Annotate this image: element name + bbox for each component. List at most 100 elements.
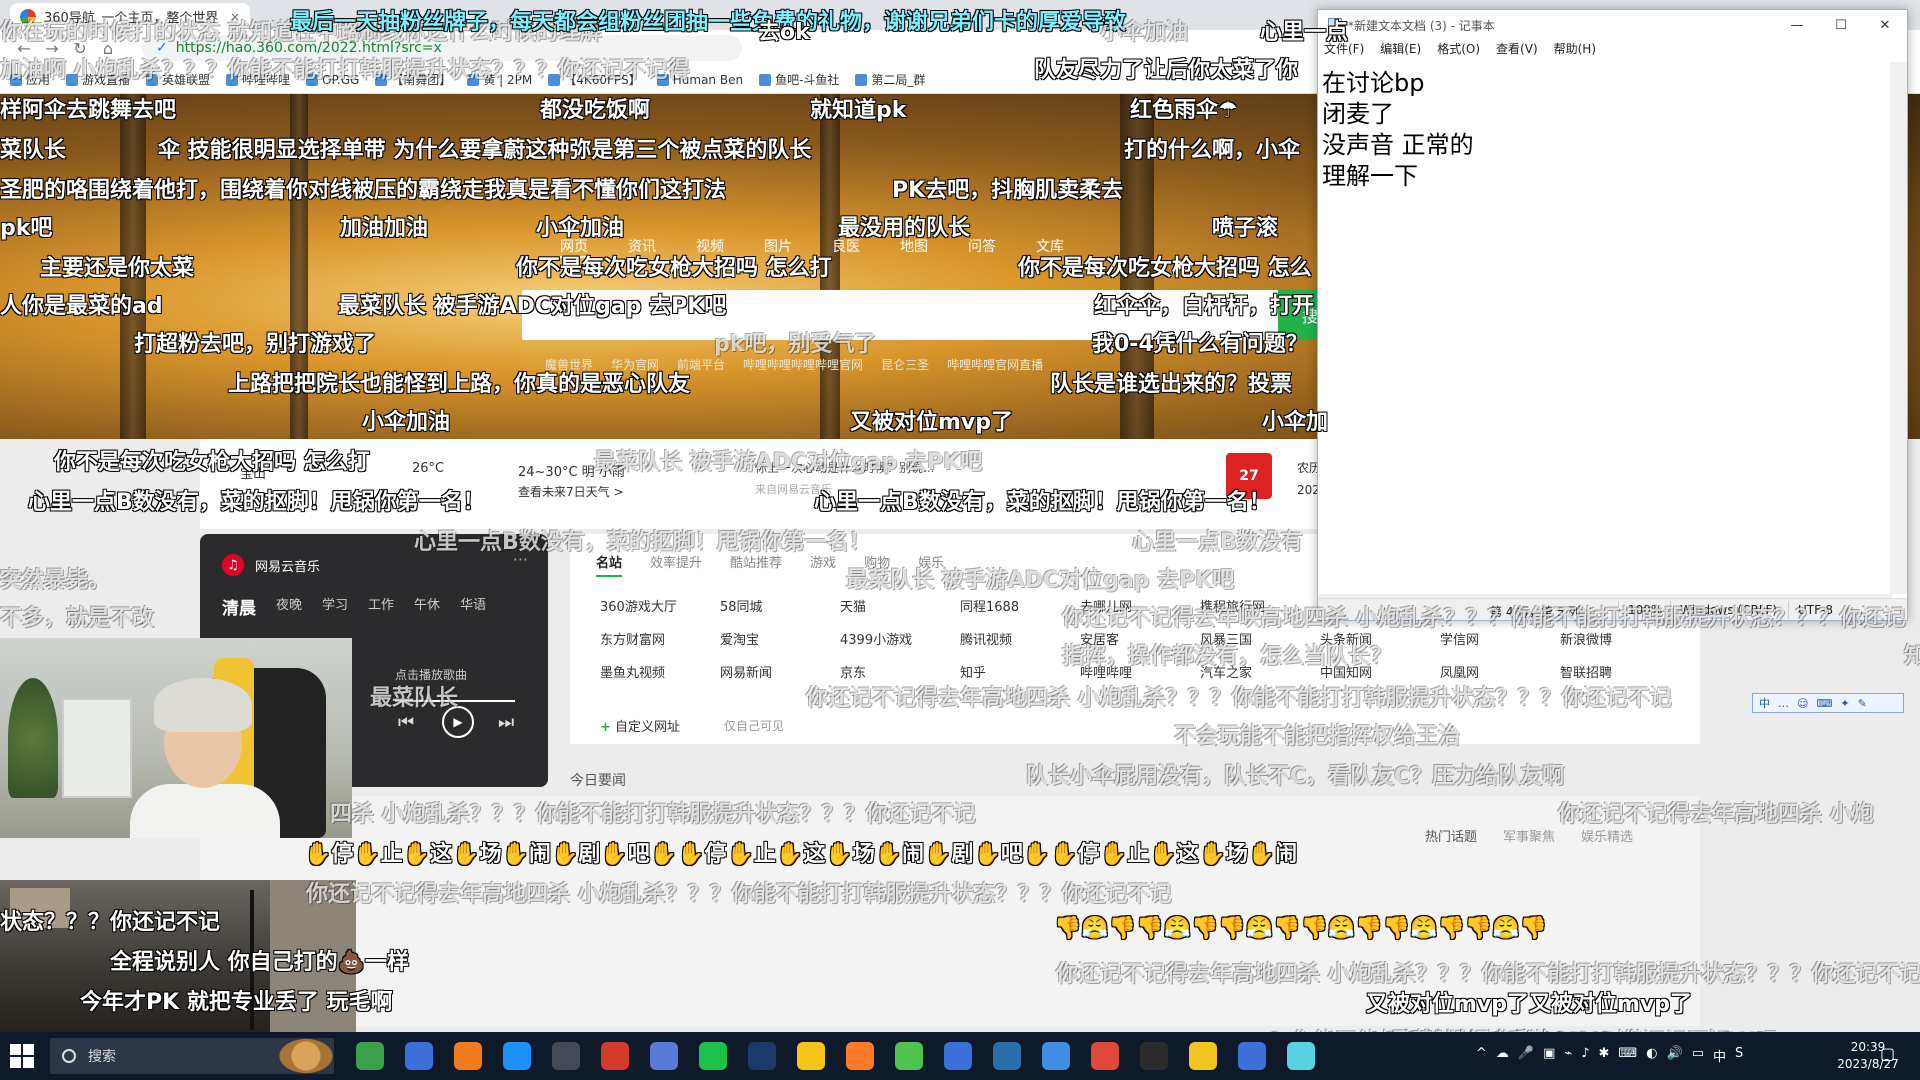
hot-topic-tab[interactable]: 军事聚焦 bbox=[1503, 826, 1555, 845]
menu-item[interactable]: 文件(F) bbox=[1324, 40, 1364, 60]
hot-topic-tab[interactable]: 热门话题 bbox=[1425, 826, 1477, 845]
prev-track-icon[interactable]: ⏮ bbox=[398, 712, 414, 733]
search-tab[interactable]: 网页 bbox=[560, 236, 588, 258]
weather-city[interactable]: 宝山 bbox=[240, 463, 266, 482]
ime-button[interactable]: ✎ bbox=[1858, 697, 1867, 710]
ime-button[interactable]: ✦ bbox=[1840, 697, 1849, 710]
site-tab[interactable]: 购物 bbox=[864, 552, 890, 577]
ad-text[interactable]: 你上一次心动是什么时候？别说... bbox=[755, 459, 934, 476]
site-link[interactable]: 墨鱼丸视频 bbox=[600, 662, 720, 681]
bookmark-item[interactable]: 黄 | 2PM bbox=[467, 71, 532, 88]
site-link[interactable]: 头条新闻 bbox=[1320, 629, 1440, 648]
site-link[interactable]: 凤凰网 bbox=[1440, 662, 1560, 681]
hot-topic-tab[interactable]: 娱乐精选 bbox=[1581, 826, 1633, 845]
hot-link[interactable]: 华为官网 bbox=[611, 356, 659, 373]
search-tab[interactable]: 文库 bbox=[1036, 236, 1064, 258]
maximize-button[interactable]: ☐ bbox=[1819, 18, 1863, 33]
site-link[interactable]: 天猫 bbox=[840, 596, 960, 615]
site-link[interactable]: 风暴三国 bbox=[1200, 629, 1320, 648]
tray-icon[interactable]: 中 bbox=[1713, 1046, 1726, 1065]
site-link[interactable]: 4399小游戏 bbox=[840, 629, 960, 648]
hot-link[interactable]: 前端平台 bbox=[677, 356, 725, 373]
ime-button[interactable]: … bbox=[1778, 697, 1789, 710]
hot-link[interactable]: 昆仑三圣 bbox=[881, 356, 929, 373]
minimize-button[interactable]: — bbox=[1775, 18, 1819, 33]
play-button[interactable]: ▶ bbox=[442, 706, 474, 738]
site-link[interactable]: 网易新闻 bbox=[720, 662, 840, 681]
music-progress[interactable] bbox=[395, 700, 515, 702]
app-icon[interactable] bbox=[601, 1042, 629, 1070]
tray-icon[interactable]: ✱ bbox=[1599, 1046, 1610, 1065]
site-link[interactable]: 智联招聘 bbox=[1560, 662, 1680, 681]
tray-icon[interactable]: ^ bbox=[1476, 1046, 1487, 1065]
hot-link[interactable]: 魔兽世界 bbox=[545, 356, 593, 373]
edge-icon[interactable] bbox=[503, 1042, 531, 1070]
tray-icon[interactable]: ☁ bbox=[1496, 1046, 1509, 1065]
tray-icon[interactable]: ⌨ bbox=[1618, 1046, 1637, 1065]
site-link[interactable]: 爱淘宝 bbox=[720, 629, 840, 648]
app-icon[interactable] bbox=[1238, 1042, 1266, 1070]
menu-item[interactable]: 帮助(H) bbox=[1554, 40, 1596, 60]
site-link[interactable]: 中国知网 bbox=[1320, 662, 1440, 681]
site-link[interactable]: 去哪儿网 bbox=[1080, 596, 1200, 615]
tray-icon[interactable]: ⌁ bbox=[1564, 1046, 1572, 1065]
app-icon[interactable] bbox=[895, 1042, 923, 1070]
app-icon[interactable] bbox=[405, 1042, 433, 1070]
ime-button[interactable]: 中 bbox=[1759, 695, 1770, 711]
tray-icon[interactable]: 🎤 bbox=[1518, 1046, 1534, 1065]
search-input[interactable] bbox=[522, 290, 1322, 340]
app-icon[interactable] bbox=[1042, 1042, 1070, 1070]
bookmark-item[interactable]: Human Ben bbox=[656, 73, 743, 87]
steam-icon[interactable] bbox=[748, 1042, 776, 1070]
more-icon[interactable]: ··· bbox=[513, 550, 528, 569]
wechat-icon[interactable] bbox=[699, 1042, 727, 1070]
menu-item[interactable]: 查看(V) bbox=[1496, 40, 1538, 60]
notepad-editor[interactable]: 在讨论bp 闭麦了 没声音 正常的 理解一下 bbox=[1318, 62, 1892, 594]
site-tab[interactable]: 酷站推荐 bbox=[730, 552, 782, 577]
tray-icon[interactable]: ◐ bbox=[1646, 1046, 1657, 1065]
app-icon[interactable] bbox=[650, 1042, 678, 1070]
site-tab[interactable]: 名站 bbox=[596, 552, 623, 577]
shield-app-icon[interactable] bbox=[356, 1042, 384, 1070]
bookmark-item[interactable]: 【南舞团】 bbox=[375, 71, 451, 88]
tray-icon[interactable]: S bbox=[1735, 1046, 1743, 1065]
site-link[interactable]: 58同城 bbox=[720, 596, 840, 615]
site-link[interactable]: 学信网 bbox=[1440, 629, 1560, 648]
search-tab[interactable]: 视频 bbox=[696, 236, 724, 258]
bookmark-item[interactable]: 英雄联盟 bbox=[146, 71, 210, 88]
mood-tab[interactable]: 夜晚 bbox=[276, 594, 302, 619]
browser-tab[interactable]: 360导航_一个主页，整个世界 × bbox=[10, 3, 250, 30]
mood-tab[interactable]: 学习 bbox=[322, 594, 348, 619]
home-button[interactable]: ⌂ bbox=[94, 39, 122, 58]
bookmark-item[interactable]: 鱼吧-斗鱼社 bbox=[759, 71, 839, 88]
site-tab[interactable]: 娱乐 bbox=[918, 552, 944, 577]
hot-link[interactable]: 哔哩哔哩哔哩哔哩官网 bbox=[743, 356, 863, 373]
address-bar[interactable]: ✓ https://hao.360.com/2022.html?src=x bbox=[142, 35, 742, 61]
notification-icon[interactable]: ▢ bbox=[1880, 1044, 1900, 1068]
app-icon[interactable] bbox=[846, 1042, 874, 1070]
site-link[interactable]: 东方财富网 bbox=[600, 629, 720, 648]
site-link[interactable]: 同程1688 bbox=[960, 596, 1080, 615]
menu-item[interactable]: 格式(O) bbox=[1437, 40, 1480, 60]
site-link[interactable]: 新浪微博 bbox=[1560, 629, 1680, 648]
reload-button[interactable]: ↻ bbox=[66, 39, 94, 58]
menu-item[interactable]: 编辑(E) bbox=[1380, 40, 1421, 60]
tab-close-icon[interactable]: × bbox=[230, 10, 240, 24]
forward-button[interactable]: → bbox=[38, 39, 66, 58]
app-icon[interactable] bbox=[797, 1042, 825, 1070]
site-link[interactable]: 携程旅行网 bbox=[1200, 596, 1320, 615]
close-button[interactable]: ✕ bbox=[1863, 18, 1907, 33]
mood-tab[interactable]: 工作 bbox=[368, 594, 394, 619]
tray-icon[interactable]: ♪ bbox=[1581, 1046, 1589, 1065]
bookmark-item[interactable]: 应用 bbox=[10, 71, 50, 88]
site-link[interactable]: 知乎 bbox=[960, 662, 1080, 681]
custom-url-button[interactable]: + 自定义网址 bbox=[600, 716, 680, 735]
tray-icon[interactable]: ▭ bbox=[1692, 1046, 1704, 1065]
app-icon[interactable] bbox=[1287, 1042, 1315, 1070]
mood-tab[interactable]: 午休 bbox=[414, 594, 440, 619]
bookmark-item[interactable]: 【4K60FPS】 bbox=[548, 71, 641, 88]
search-tab[interactable]: 地图 bbox=[900, 236, 928, 258]
ime-toolbar[interactable]: 中 … ☺ ⌨ ✦ ✎ bbox=[1752, 693, 1904, 713]
mood-tab[interactable]: 华语 bbox=[460, 594, 486, 619]
ime-button[interactable]: ⌨ bbox=[1816, 697, 1832, 710]
